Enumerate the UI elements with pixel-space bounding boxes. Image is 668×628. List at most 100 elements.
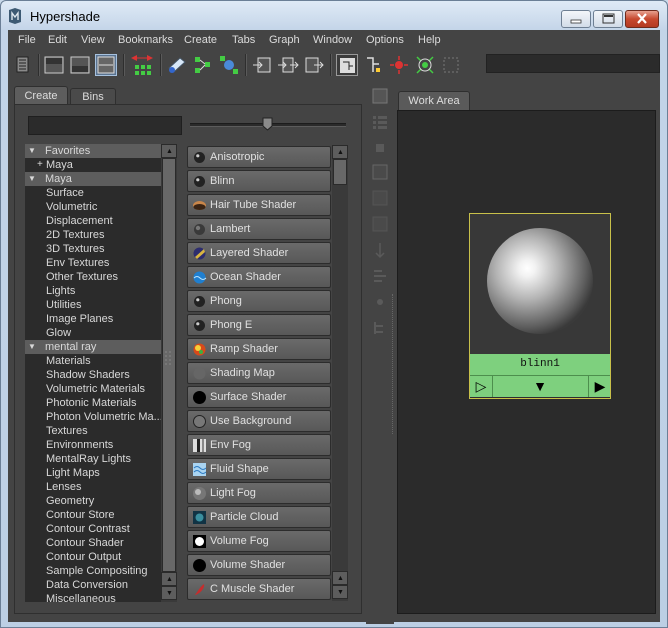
tree-item[interactable]: Materials: [25, 354, 165, 368]
menu-edit[interactable]: Edit: [48, 34, 67, 46]
shader-scrollbar[interactable]: ▲ ▲ ▼: [332, 145, 348, 601]
input-port-button[interactable]: ▷: [470, 376, 493, 397]
clear-graph-icon[interactable]: [336, 54, 358, 76]
scroll-up-button[interactable]: ▲: [161, 144, 177, 158]
menu-help[interactable]: Help: [418, 34, 441, 46]
tree-category-header[interactable]: ▼ Maya: [25, 172, 165, 186]
tree-item[interactable]: Env Textures: [25, 256, 165, 270]
input-output-connections-icon[interactable]: [277, 54, 299, 76]
tree-item[interactable]: Contour Contrast: [25, 522, 165, 536]
sort-icon[interactable]: [370, 240, 390, 260]
splitter-handle[interactable]: [392, 294, 394, 434]
tree-item[interactable]: Lights: [25, 284, 165, 298]
tree-item[interactable]: Surface: [25, 186, 165, 200]
tree-category-header[interactable]: ▼ Favorites: [25, 144, 165, 158]
tree-item[interactable]: Other Textures: [25, 270, 165, 284]
graph-input-output-icon[interactable]: [129, 54, 155, 76]
connect-icon[interactable]: [370, 292, 390, 312]
shader-button[interactable]: Use Background: [187, 410, 331, 432]
graph-material-icon[interactable]: [166, 54, 188, 76]
menu-tabs[interactable]: Tabs: [232, 34, 255, 46]
collapse-arrow-icon[interactable]: ▼: [28, 172, 36, 186]
tree-item[interactable]: Contour Output: [25, 550, 165, 564]
tree-item[interactable]: Light Maps: [25, 466, 165, 480]
scroll-up-button[interactable]: ▲: [332, 145, 348, 159]
tree-item[interactable]: Data Conversion: [25, 578, 165, 592]
shader-button[interactable]: Particle Cloud: [187, 506, 331, 528]
output-port-button[interactable]: ▶: [588, 376, 611, 397]
large-swatch-icon[interactable]: [370, 188, 390, 208]
graph-downstream-icon[interactable]: [218, 54, 240, 76]
shader-button[interactable]: Env Fog: [187, 434, 331, 456]
toggle-panel-icon[interactable]: [12, 54, 34, 76]
collapse-arrow-icon[interactable]: ▼: [28, 340, 36, 354]
slider-thumb[interactable]: [262, 117, 273, 131]
search-field[interactable]: [28, 116, 182, 135]
tree-item[interactable]: + Maya: [25, 158, 165, 172]
tree-item[interactable]: Textures: [25, 424, 165, 438]
tree-item[interactable]: Environments: [25, 438, 165, 452]
shader-button[interactable]: Anisotropic: [187, 146, 331, 168]
tree-item[interactable]: 2D Textures: [25, 228, 165, 242]
tab-work-area[interactable]: Work Area: [398, 91, 470, 111]
medium-swatch-icon[interactable]: [370, 162, 390, 182]
frame-selection-icon[interactable]: [440, 54, 462, 76]
hierarchy-icon[interactable]: [370, 318, 390, 338]
list-view-icon[interactable]: [370, 112, 390, 132]
small-swatch-icon[interactable]: [370, 138, 390, 158]
tree-scrollbar[interactable]: ▲ ▲ ▼: [161, 144, 177, 602]
shader-button[interactable]: Layered Shader: [187, 242, 331, 264]
tree-item[interactable]: Volumetric: [25, 200, 165, 214]
output-connections-icon[interactable]: [303, 54, 325, 76]
toolbar-field[interactable]: [486, 54, 660, 73]
collapse-arrow-icon[interactable]: ▼: [28, 144, 36, 158]
tree-item[interactable]: Image Planes: [25, 312, 165, 326]
tree-item[interactable]: Contour Store: [25, 508, 165, 522]
expand-plus-icon[interactable]: +: [37, 158, 43, 172]
shader-button[interactable]: Lambert: [187, 218, 331, 240]
graph-nodes-icon[interactable]: [388, 54, 410, 76]
xlarge-swatch-icon[interactable]: [370, 214, 390, 234]
frame-all-icon[interactable]: [414, 54, 436, 76]
shader-button[interactable]: Phong E: [187, 314, 331, 336]
tree-item[interactable]: Lenses: [25, 480, 165, 494]
show-top-icon[interactable]: [370, 86, 390, 106]
shader-button[interactable]: Ramp Shader: [187, 338, 331, 360]
material-swatch-preview[interactable]: [470, 214, 610, 354]
graph-upstream-icon[interactable]: [192, 54, 214, 76]
menu-window[interactable]: Window: [313, 34, 352, 46]
tab-bins[interactable]: Bins: [70, 88, 116, 105]
menu-graph[interactable]: Graph: [269, 34, 300, 46]
shader-button[interactable]: Volume Shader: [187, 554, 331, 576]
scroll-up-button[interactable]: ▲: [161, 572, 177, 586]
tree-item[interactable]: Contour Shader: [25, 536, 165, 550]
tab-create[interactable]: Create: [14, 86, 68, 105]
splitter-grip[interactable]: [164, 350, 174, 368]
menu-create[interactable]: Create: [184, 34, 217, 46]
shader-button[interactable]: Shading Map: [187, 362, 331, 384]
rearrange-graph-icon[interactable]: [362, 54, 384, 76]
arrange-icon[interactable]: [370, 266, 390, 286]
shader-button[interactable]: Hair Tube Shader: [187, 194, 331, 216]
tree-item[interactable]: Utilities: [25, 298, 165, 312]
tree-item[interactable]: Displacement: [25, 214, 165, 228]
tree-item[interactable]: Miscellaneous: [25, 592, 165, 602]
layout-bottom-icon[interactable]: [69, 54, 91, 76]
shader-button[interactable]: Blinn: [187, 170, 331, 192]
layout-split-icon[interactable]: [95, 54, 117, 76]
input-connections-icon[interactable]: [251, 54, 273, 76]
shader-button[interactable]: Volume Fog: [187, 530, 331, 552]
minimize-button[interactable]: [561, 10, 591, 28]
tree-item[interactable]: Photon Volumetric Ma...: [25, 410, 165, 424]
scroll-down-button[interactable]: ▼: [161, 586, 177, 600]
tree-item[interactable]: Volumetric Materials: [25, 382, 165, 396]
menu-view[interactable]: View: [81, 34, 105, 46]
shader-scroll-thumb[interactable]: [333, 159, 347, 185]
layout-top-icon[interactable]: [43, 54, 65, 76]
tree-item[interactable]: Shadow Shaders: [25, 368, 165, 382]
shader-button[interactable]: Light Fog: [187, 482, 331, 504]
shader-button[interactable]: Phong: [187, 290, 331, 312]
tree-category-header[interactable]: ▼ mental ray: [25, 340, 165, 354]
tree-item[interactable]: Glow: [25, 326, 165, 340]
menu-file[interactable]: File: [18, 34, 36, 46]
